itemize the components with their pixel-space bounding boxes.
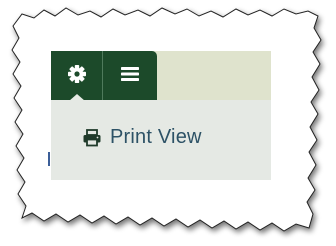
- printer-icon: [81, 128, 103, 147]
- print-view-label: Print View: [110, 126, 202, 148]
- hamburger-menu-icon: [120, 66, 140, 86]
- menu-button[interactable]: [103, 51, 157, 100]
- settings-button[interactable]: [51, 51, 103, 100]
- settings-dropdown: Print View: [51, 100, 271, 180]
- page-edge-marker: [48, 152, 50, 166]
- print-view-menu-item[interactable]: Print View: [81, 126, 202, 149]
- gear-icon: [67, 64, 87, 88]
- app-panel: Print View: [51, 51, 271, 180]
